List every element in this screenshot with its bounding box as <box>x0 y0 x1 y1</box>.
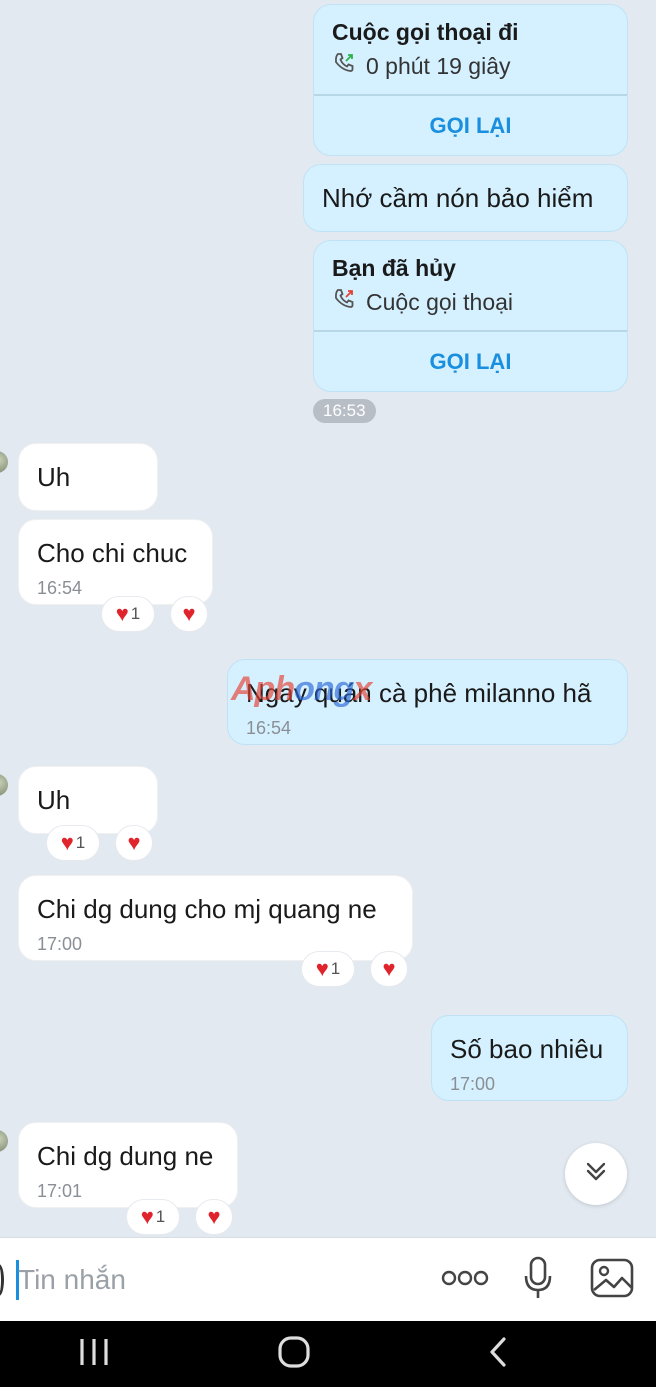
reaction-count[interactable]: ♥ 1 <box>301 951 355 987</box>
message-time: 17:00 <box>450 1074 496 1094</box>
recent-apps-icon <box>77 1337 111 1372</box>
more-dots-icon <box>441 1268 489 1293</box>
message-text: Chi dg dung cho mj quang ne <box>37 894 377 924</box>
contact-avatar[interactable] <box>0 1130 8 1152</box>
message-time: 17:00 <box>37 934 83 954</box>
react-heart-button[interactable]: ♥ <box>115 825 153 861</box>
reaction-count-value: 1 <box>75 833 86 852</box>
message-bubble-received[interactable]: Chi dg dung ne 17:01 <box>18 1122 238 1208</box>
message-time: 17:01 <box>37 1181 83 1201</box>
message-text: Uh <box>37 462 71 492</box>
image-icon <box>590 1258 634 1303</box>
heart-icon: ♥ <box>315 956 329 981</box>
message-bubble-received[interactable]: Cho chi chuc 16:54 <box>18 519 213 605</box>
reaction-count[interactable]: ♥ 1 <box>46 825 100 861</box>
call-duration: 0 phút 19 giây <box>366 52 511 79</box>
call-title: Cuộc gọi thoại đi <box>332 19 519 45</box>
message-text: Nhớ cầm nón bảo hiểm <box>322 183 594 213</box>
message-text: Cho chi chuc <box>37 538 188 568</box>
message-time: 16:54 <box>246 718 292 738</box>
reaction-count-value: 1 <box>155 1207 166 1226</box>
message-time: 16:54 <box>37 578 83 598</box>
microphone-icon <box>523 1256 553 1305</box>
message-text: Chi dg dung ne <box>37 1141 214 1171</box>
send-image-button[interactable] <box>588 1256 636 1304</box>
recent-apps-button[interactable] <box>74 1337 114 1371</box>
heart-icon: ♥ <box>127 830 141 855</box>
composer-bar <box>0 1237 656 1321</box>
call-title: Bạn đã hủy <box>332 255 456 281</box>
phone-outgoing-icon <box>332 51 356 81</box>
home-button[interactable] <box>274 1335 314 1374</box>
call-card-outgoing: Cuộc gọi thoại đi 0 phút 19 giây GỌI LẠI <box>313 4 628 156</box>
message-bubble-received[interactable]: Chi dg dung cho mj quang ne 17:00 <box>18 875 413 961</box>
emoji-icon[interactable] <box>0 1264 4 1296</box>
call-detail-row: Cuộc gọi thoại <box>332 287 513 317</box>
call-status: Cuộc gọi thoại <box>366 288 514 315</box>
contact-avatar[interactable] <box>0 774 8 796</box>
message-bubble-sent[interactable]: Số bao nhiêu 17:00 <box>431 1015 628 1101</box>
message-text: Uh <box>37 785 71 815</box>
call-card-cancelled: Bạn đã hủy Cuộc gọi thoại GỌI LẠI <box>313 240 628 392</box>
react-heart-button[interactable]: ♥ <box>195 1199 233 1235</box>
home-icon <box>277 1335 311 1374</box>
call-divider <box>314 94 627 96</box>
call-divider <box>314 330 627 332</box>
message-input[interactable] <box>18 1258 398 1302</box>
reaction-count-value: 1 <box>130 604 141 623</box>
heart-icon: ♥ <box>115 601 129 626</box>
call-back-button[interactable]: GỌI LẠI <box>314 349 627 375</box>
back-button[interactable] <box>478 1336 518 1373</box>
react-heart-button[interactable]: ♥ <box>370 951 408 987</box>
more-options-button[interactable] <box>438 1256 492 1304</box>
message-bubble-received[interactable]: Uh <box>18 766 158 834</box>
heart-icon: ♥ <box>60 830 74 855</box>
system-nav-bar <box>0 1321 656 1387</box>
call-back-button[interactable]: GỌI LẠI <box>314 113 627 139</box>
time-separator: 16:53 <box>313 399 376 423</box>
heart-icon: ♥ <box>207 1204 221 1229</box>
message-bubble-received[interactable]: Uh <box>18 443 158 511</box>
reaction-count[interactable]: ♥ 1 <box>101 596 155 632</box>
heart-icon: ♥ <box>182 601 196 626</box>
chevron-double-down-icon <box>583 1159 609 1190</box>
scroll-to-bottom-button[interactable] <box>565 1143 627 1205</box>
contact-avatar[interactable] <box>0 451 8 473</box>
heart-icon: ♥ <box>140 1204 154 1229</box>
message-text: Số bao nhiêu <box>450 1034 604 1064</box>
heart-icon: ♥ <box>382 956 396 981</box>
react-heart-button[interactable]: ♥ <box>170 596 208 632</box>
voice-button[interactable] <box>518 1256 558 1304</box>
call-detail-row: 0 phút 19 giây <box>332 51 511 81</box>
reaction-count[interactable]: ♥ 1 <box>126 1199 180 1235</box>
message-bubble-sent[interactable]: Nhớ cầm nón bảo hiểm <box>303 164 628 232</box>
reaction-count-value: 1 <box>330 959 341 978</box>
watermark-logo: Aphongx <box>231 670 372 708</box>
phone-cancel-icon <box>332 287 356 317</box>
back-icon <box>486 1336 510 1373</box>
